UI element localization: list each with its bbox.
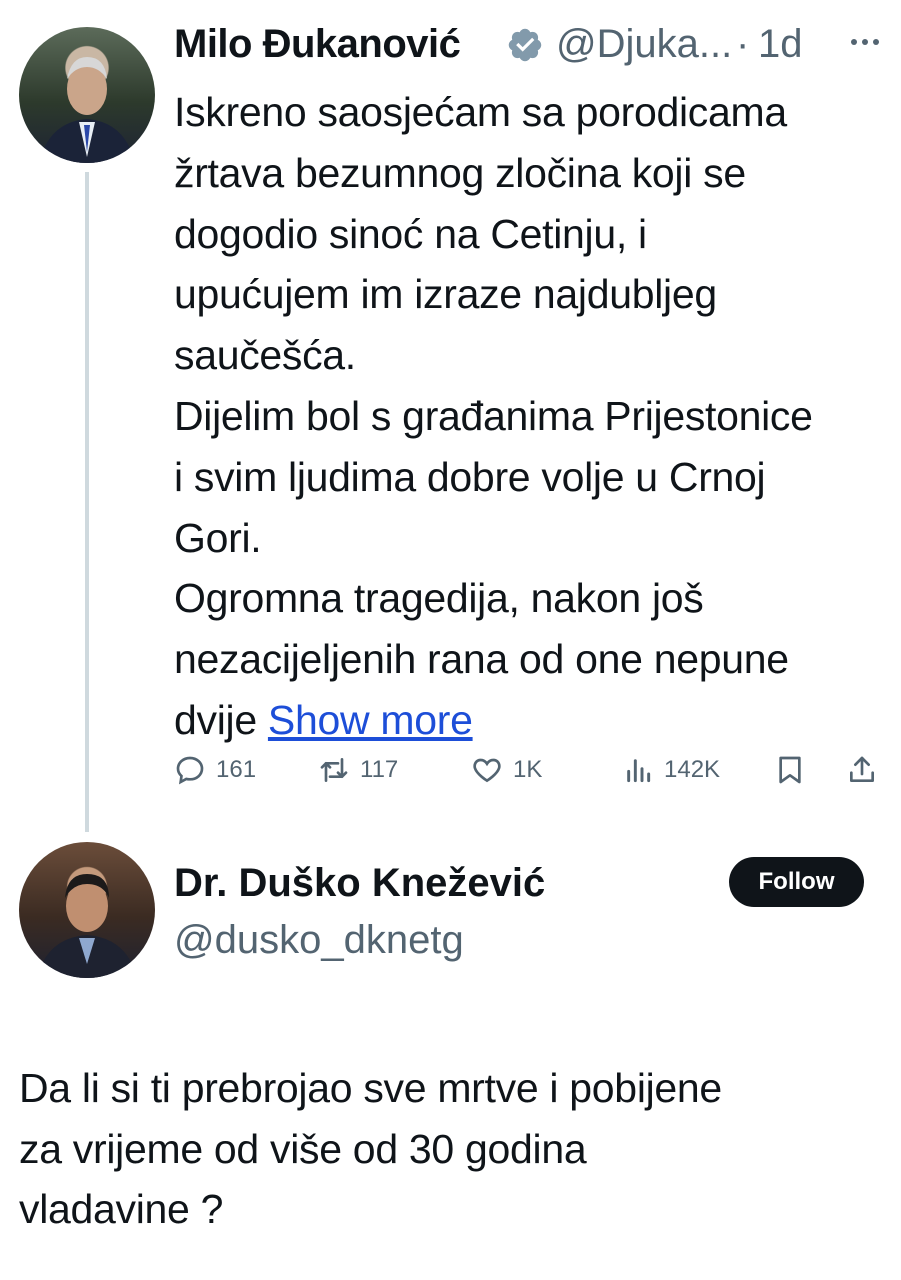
reply-text: Da li si ti prebrojao sve mrtve i pobije… xyxy=(19,1058,879,1240)
like-count: 1K xyxy=(513,756,543,783)
like-button[interactable]: 1K xyxy=(471,750,542,790)
more-options-icon[interactable] xyxy=(848,32,882,52)
tweet-text-line: Iskreno saosjećam sa porodicama xyxy=(174,89,787,135)
author-name[interactable]: Milo Đukanović xyxy=(174,22,461,67)
separator-dot: · xyxy=(736,22,750,66)
reply-text-line: Da li si ti prebrojao sve mrtve i pobije… xyxy=(19,1065,722,1111)
reply-button[interactable]: 161 xyxy=(174,750,256,790)
tweet-text-line: Gori. xyxy=(174,514,262,561)
share-icon xyxy=(850,756,874,782)
reply-count: 161 xyxy=(216,756,257,783)
reply-text-line: vladavine ? xyxy=(19,1186,224,1232)
tweet-text-line: Dijelim bol s građanima Prijestonice xyxy=(174,392,813,439)
reply-text-line: za vrijeme od više od 30 godina xyxy=(19,1125,587,1172)
tweet-text-line: nezacijeljenih rana od one nepune xyxy=(174,636,789,683)
tweet-time[interactable]: 1d xyxy=(758,22,803,67)
tweet-text-line: dogodio sinoć na Cetinju, i xyxy=(174,210,647,257)
share-button[interactable] xyxy=(846,750,878,790)
show-more-link[interactable]: Show more xyxy=(268,697,473,743)
reply-author-avatar[interactable] xyxy=(19,842,155,978)
bookmark-icon xyxy=(779,756,801,784)
thread-line xyxy=(85,172,89,832)
tweet-text-line: i svim ljudima dobre volje u Crnoj xyxy=(174,453,766,500)
reply-author-name[interactable]: Dr. Duško Knežević xyxy=(174,861,545,906)
tweet-text-line: Ogromna tragedija, nakon još xyxy=(174,575,704,622)
verified-badge-icon xyxy=(508,28,542,62)
heart-icon xyxy=(473,758,501,783)
tweet-text-line: saučešća. xyxy=(174,332,356,379)
bookmark-button[interactable] xyxy=(774,750,806,790)
views-count: 142K xyxy=(664,756,721,783)
author-avatar[interactable] xyxy=(19,27,155,163)
views-icon xyxy=(627,759,651,783)
tweet-text: Iskreno saosjećam sa porodicama žrtava b… xyxy=(174,82,884,751)
tweet-text-tail: dvije xyxy=(174,696,268,743)
tweet-text-line: žrtava bezumnog zločina koji se xyxy=(174,149,746,196)
retweet-icon xyxy=(320,758,348,782)
follow-button[interactable]: Follow xyxy=(729,857,864,907)
reply-icon xyxy=(176,756,204,785)
tweet-text-line: upućujem im izraze najdubljeg xyxy=(174,271,717,318)
retweet-count: 117 xyxy=(360,756,399,783)
retweet-button[interactable]: 117 xyxy=(318,750,398,790)
author-handle[interactable]: @Djuka... xyxy=(556,22,732,67)
views-button[interactable]: 142K xyxy=(622,750,720,790)
tweet-text-line-last: dvije Show more xyxy=(174,690,884,751)
reply-author-handle[interactable]: @dusko_dknetg xyxy=(174,918,464,963)
